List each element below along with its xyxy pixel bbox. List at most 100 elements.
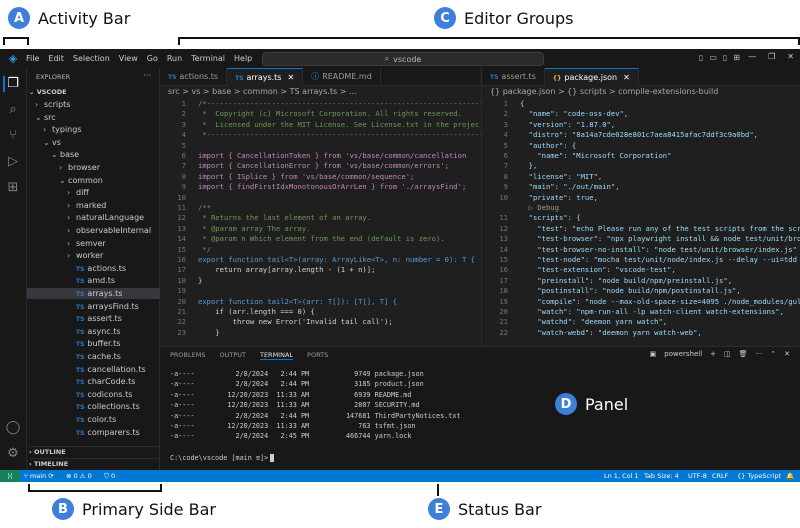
tree-item-label: comparers.ts: [87, 427, 140, 437]
extensions-icon[interactable]: ⊞: [5, 180, 21, 196]
line-number: 18: [177, 275, 186, 285]
remote-icon[interactable]: ⟩⟨: [0, 470, 20, 482]
line-text: {: [520, 99, 525, 108]
search-icon[interactable]: ⌕: [5, 102, 21, 118]
menu-item-selection[interactable]: Selection: [73, 54, 110, 63]
callout-activity-bar: A Activity Bar: [8, 7, 130, 29]
tree-item-label: common: [68, 175, 103, 185]
source-control-icon[interactable]: ⑂: [5, 128, 21, 144]
menu-item-edit[interactable]: Edit: [48, 54, 64, 63]
add-terminal-icon[interactable]: +: [710, 350, 716, 358]
chevron-right-icon: ›: [59, 163, 63, 172]
problems-status[interactable]: ⊗ 0 ⚠ 0: [66, 470, 92, 482]
code-line: 6 "name": "Microsoft Corporation": [482, 151, 672, 162]
layout-panel-icon[interactable]: ▭: [709, 53, 717, 62]
more-actions-icon[interactable]: ···: [756, 350, 763, 358]
code-line: 2 "name": "code-oss-dev",: [482, 109, 629, 120]
ports-status[interactable]: ⛉ 0: [104, 470, 115, 482]
info-icon: ⓘ: [311, 72, 320, 81]
close-tab-icon[interactable]: ✕: [287, 73, 294, 82]
callout-label: Editor Groups: [464, 8, 574, 28]
tab-size[interactable]: Tab Size: 4: [644, 470, 679, 482]
editor-tab[interactable]: ⓘ README.md: [303, 68, 381, 85]
terminal-prompt[interactable]: C:\code\vscode [main ≡]>: [170, 454, 275, 462]
menu-bar: File Edit Selection View Go Run Terminal Help: [26, 54, 261, 63]
panel-tab-output[interactable]: OUTPUT: [219, 351, 246, 360]
editor-tab[interactable]: TS assert.ts: [482, 68, 545, 85]
branch-status[interactable]: ⑂ main ⟳: [24, 470, 54, 482]
customize-layout-icon[interactable]: ⊞: [733, 53, 740, 62]
editor-tab[interactable]: TS actions.ts: [160, 68, 228, 85]
debug-codelens[interactable]: ▷ Debug: [482, 203, 559, 214]
line-text: if (arr.length === 0) {: [198, 307, 315, 316]
menu-item-help[interactable]: Help: [234, 54, 252, 63]
timeline-section[interactable]: › TIMELINE: [29, 458, 159, 470]
bracket-primary-side-bar: [28, 484, 162, 492]
panel-tab-ports[interactable]: PORTS: [307, 351, 328, 360]
command-center-search[interactable]: ⌕ vscode: [262, 52, 544, 66]
account-icon[interactable]: ◯: [5, 420, 21, 436]
callout-label: Panel: [585, 394, 629, 414]
code-line: 10 "private": true,: [482, 193, 598, 204]
layout-sidebar-icon[interactable]: ▯: [699, 53, 703, 62]
trash-icon[interactable]: 🗑: [739, 350, 748, 358]
line-text: *---------------------------------------…: [198, 130, 527, 140]
layout-secondary-icon[interactable]: ▯: [723, 53, 727, 62]
close-tab-icon[interactable]: ✕: [623, 73, 630, 82]
breadcrumb[interactable]: src > vs > base > common > TS arrays.ts …: [168, 87, 357, 96]
cursor-position[interactable]: Ln 1, Col 1: [604, 470, 639, 482]
menu-item-run[interactable]: Run: [167, 54, 182, 63]
menu-item-file[interactable]: File: [26, 54, 39, 63]
panel-tab-terminal[interactable]: TERMINAL: [259, 351, 294, 360]
minimize-icon[interactable]: —: [748, 52, 756, 61]
explorer-icon[interactable]: ❐: [3, 76, 21, 92]
line-text: /**: [198, 203, 211, 212]
language-mode[interactable]: {} TypeScript: [737, 470, 781, 482]
outline-section[interactable]: › OUTLINE: [29, 446, 159, 458]
line-number: 20: [177, 296, 186, 306]
menu-item-view[interactable]: View: [119, 54, 138, 63]
split-terminal-icon[interactable]: ◫: [724, 350, 731, 358]
line-text: import { CancellationToken } from 'vs/ba…: [198, 151, 467, 160]
callout-label: Primary Side Bar: [82, 499, 216, 519]
manage-gear-icon[interactable]: ⚙: [5, 446, 21, 462]
line-text: * Licensed under the MIT License. See Li…: [198, 119, 480, 129]
line-text: "version": "1.87.0",: [520, 119, 616, 129]
editor-tab[interactable]: {} package.json ✕: [544, 68, 639, 86]
maximize-icon[interactable]: ❐: [768, 52, 775, 61]
panel-tab-problems[interactable]: PROBLEMS: [170, 351, 205, 360]
shell-label[interactable]: powershell: [664, 350, 702, 358]
chevron-right-icon: ›: [35, 100, 39, 109]
terminal-icon: ▣: [649, 350, 657, 358]
encoding[interactable]: UTF-8: [688, 470, 707, 482]
typescript-file-icon: TS: [76, 265, 85, 273]
tree-item[interactable]: ⌄ vs: [27, 137, 175, 148]
close-icon[interactable]: ✕: [787, 52, 794, 61]
code-line: 13 * @param array The array.: [160, 224, 310, 235]
eol[interactable]: CRLF: [712, 470, 728, 482]
editor-tab[interactable]: TS arrays.ts ✕: [227, 68, 304, 86]
more-actions-icon[interactable]: ···: [143, 71, 151, 80]
line-number: 13: [499, 234, 508, 244]
close-panel-icon[interactable]: ✕: [784, 350, 790, 358]
notifications-icon[interactable]: 🔔: [786, 470, 794, 482]
line-number: 20: [499, 307, 508, 316]
maximize-panel-icon[interactable]: ⌃: [770, 350, 776, 358]
typescript-file-icon: TS: [168, 74, 177, 81]
tree-item[interactable]: › scripts: [27, 99, 167, 110]
line-number: 18: [499, 286, 508, 296]
line-text: */: [198, 244, 211, 254]
explorer-root-folder[interactable]: ⌄ VSCODE: [29, 88, 67, 96]
code-line: 18}: [160, 276, 202, 287]
menu-item-terminal[interactable]: Terminal: [191, 54, 225, 63]
breadcrumb[interactable]: {} package.json > {} scripts > compile-e…: [490, 87, 718, 96]
menu-item-go[interactable]: Go: [147, 54, 158, 63]
tree-item[interactable]: › typings: [27, 124, 175, 135]
tree-item[interactable]: ⌄ src: [27, 112, 167, 123]
prompt-text: C:\code\vscode [main ≡]>: [170, 454, 269, 462]
line-text: "test-browser-no-install": "node test/un…: [520, 244, 797, 254]
typescript-file-icon: TS: [490, 74, 499, 81]
terminal-line: -a---- 12/20/2023 11:33 AM 763 tsfmt.jso…: [170, 422, 416, 430]
code-line: 9 "main": "./out/main",: [482, 182, 620, 193]
run-debug-icon[interactable]: ▷: [5, 154, 21, 170]
